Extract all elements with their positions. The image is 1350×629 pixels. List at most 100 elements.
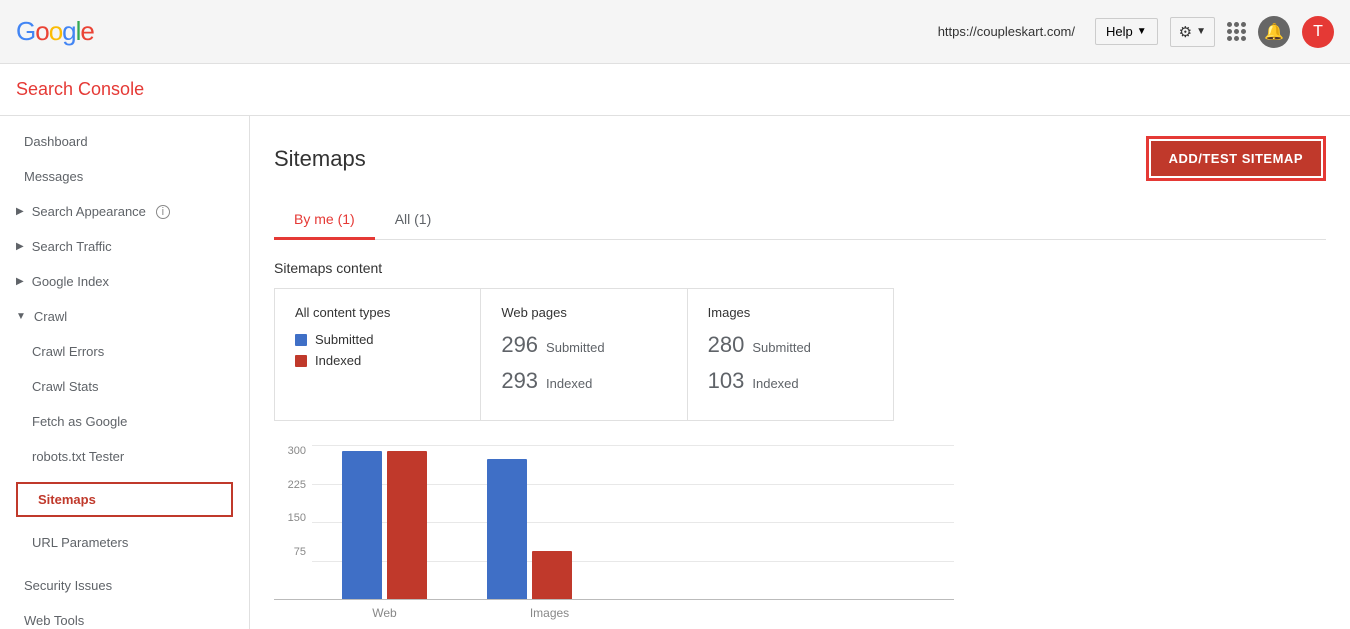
card-web-pages-title: Web pages bbox=[501, 305, 666, 320]
submitted-color-swatch bbox=[295, 334, 307, 346]
bars-section bbox=[312, 451, 954, 599]
sidebar-item-web-tools[interactable]: Web Tools bbox=[0, 603, 249, 629]
web-indexed-label: Indexed bbox=[546, 376, 592, 391]
sidebar: Dashboard Messages ▶ Search Appearance i… bbox=[0, 116, 250, 629]
web-bars bbox=[342, 451, 427, 599]
sidebar-item-search-traffic[interactable]: ▶ Search Traffic bbox=[0, 229, 249, 264]
tab-all[interactable]: All (1) bbox=[375, 201, 452, 240]
sidebar-item-url-parameters[interactable]: URL Parameters bbox=[0, 525, 249, 560]
add-test-sitemap-button[interactable]: ADD/TEST SITEMAP bbox=[1151, 141, 1321, 176]
sidebar-label-dashboard: Dashboard bbox=[24, 134, 88, 149]
sidebar-label-url-parameters: URL Parameters bbox=[32, 535, 128, 550]
tabs: By me (1) All (1) bbox=[274, 201, 1326, 240]
gear-icon: ⚙ bbox=[1179, 23, 1192, 41]
web-submitted-stat: 296 Submitted bbox=[501, 332, 666, 358]
card-images: Images 280 Submitted 103 Indexed bbox=[688, 289, 893, 420]
web-submitted-bar bbox=[342, 451, 382, 599]
content-cards: All content types Submitted Indexed Web … bbox=[274, 288, 894, 421]
sidebar-item-messages[interactable]: Messages bbox=[0, 159, 249, 194]
sidebar-item-security-issues[interactable]: Security Issues bbox=[0, 568, 249, 603]
sidebar-label-search-traffic: Search Traffic bbox=[32, 239, 112, 254]
web-submitted-label: Submitted bbox=[546, 340, 605, 355]
header: Google https://coupleskart.com/ Help ▼ ⚙… bbox=[0, 0, 1350, 64]
layout: Dashboard Messages ▶ Search Appearance i… bbox=[0, 116, 1350, 629]
avatar[interactable]: T bbox=[1302, 16, 1334, 48]
chart-grid: 300 225 150 75 bbox=[274, 445, 954, 600]
sidebar-label-web-tools: Web Tools bbox=[24, 613, 84, 628]
sidebar-label-google-index: Google Index bbox=[32, 274, 109, 289]
web-submitted-number: 296 bbox=[501, 332, 538, 358]
notifications-icon[interactable]: 🔔 bbox=[1258, 16, 1290, 48]
sub-header: Search Console bbox=[0, 64, 1350, 116]
images-indexed-number: 103 bbox=[708, 368, 745, 394]
images-submitted-number: 280 bbox=[708, 332, 745, 358]
images-submitted-stat: 280 Submitted bbox=[708, 332, 873, 358]
card-images-title: Images bbox=[708, 305, 873, 320]
sidebar-label-fetch-as-google: Fetch as Google bbox=[32, 414, 127, 429]
x-label-images: Images bbox=[507, 606, 592, 620]
tab-by-me[interactable]: By me (1) bbox=[274, 201, 375, 240]
x-axis: Web Images bbox=[312, 600, 992, 620]
sidebar-item-sitemaps[interactable]: Sitemaps bbox=[16, 482, 233, 517]
arrow-icon-crawl: ▼ bbox=[16, 311, 26, 322]
sidebar-label-crawl-stats: Crawl Stats bbox=[32, 379, 98, 394]
images-bars bbox=[487, 459, 572, 599]
sidebar-item-robots-txt[interactable]: robots.txt Tester bbox=[0, 439, 249, 474]
sidebar-item-search-appearance[interactable]: ▶ Search Appearance i bbox=[0, 194, 249, 229]
header-right: https://coupleskart.com/ Help ▼ ⚙ ▼ 🔔 T bbox=[938, 16, 1334, 48]
page-header: Sitemaps ADD/TEST SITEMAP bbox=[274, 136, 1326, 181]
sidebar-label-crawl: Crawl bbox=[34, 309, 67, 324]
web-indexed-number: 293 bbox=[501, 368, 538, 394]
sidebar-label-search-appearance: Search Appearance bbox=[32, 204, 146, 219]
y-label-150: 150 bbox=[288, 512, 306, 524]
sidebar-item-google-index[interactable]: ▶ Google Index bbox=[0, 264, 249, 299]
sidebar-item-dashboard[interactable]: Dashboard bbox=[0, 124, 249, 159]
add-test-button-wrapper: ADD/TEST SITEMAP bbox=[1146, 136, 1326, 181]
sidebar-item-crawl[interactable]: ▼ Crawl bbox=[0, 299, 249, 334]
images-indexed-stat: 103 Indexed bbox=[708, 368, 873, 394]
y-label-225: 225 bbox=[288, 479, 306, 491]
google-logo: Google bbox=[16, 16, 94, 47]
legend-submitted-label: Submitted bbox=[315, 332, 374, 347]
images-indexed-label: Indexed bbox=[752, 376, 798, 391]
sidebar-label-crawl-errors: Crawl Errors bbox=[32, 344, 104, 359]
x-label-web: Web bbox=[342, 606, 427, 620]
search-console-title: Search Console bbox=[16, 79, 144, 100]
settings-button[interactable]: ⚙ ▼ bbox=[1170, 17, 1215, 47]
y-label-75: 75 bbox=[294, 546, 306, 558]
apps-icon[interactable] bbox=[1227, 22, 1246, 41]
bar-chart: 300 225 150 75 bbox=[274, 445, 954, 620]
sidebar-item-crawl-stats[interactable]: Crawl Stats bbox=[0, 369, 249, 404]
chart-inner bbox=[312, 445, 954, 599]
card-all-content-title: All content types bbox=[295, 305, 460, 320]
legend-indexed-label: Indexed bbox=[315, 353, 361, 368]
info-icon-search-appearance: i bbox=[156, 205, 170, 219]
help-label: Help bbox=[1106, 24, 1133, 39]
card-all-content: All content types Submitted Indexed bbox=[275, 289, 481, 420]
main-content: Sitemaps ADD/TEST SITEMAP By me (1) All … bbox=[250, 116, 1350, 629]
sidebar-label-robots-txt: robots.txt Tester bbox=[32, 449, 124, 464]
legend-submitted: Submitted bbox=[295, 332, 460, 347]
sidebar-item-fetch-as-google[interactable]: Fetch as Google bbox=[0, 404, 249, 439]
arrow-icon-google-index: ▶ bbox=[16, 276, 24, 287]
sidebar-item-crawl-errors[interactable]: Crawl Errors bbox=[0, 334, 249, 369]
arrow-icon-search-appearance: ▶ bbox=[16, 206, 24, 217]
page-title: Sitemaps bbox=[274, 146, 366, 172]
grid-line-top bbox=[312, 445, 954, 446]
sidebar-label-messages: Messages bbox=[24, 169, 83, 184]
sidebar-label-sitemaps: Sitemaps bbox=[38, 492, 96, 507]
section-title: Sitemaps content bbox=[274, 260, 1326, 276]
settings-chevron-icon: ▼ bbox=[1196, 26, 1206, 37]
site-url: https://coupleskart.com/ bbox=[938, 24, 1075, 39]
images-submitted-label: Submitted bbox=[752, 340, 811, 355]
web-indexed-bar bbox=[387, 451, 427, 599]
card-web-pages: Web pages 296 Submitted 293 Indexed bbox=[481, 289, 687, 420]
y-axis: 300 225 150 75 bbox=[274, 445, 312, 579]
sidebar-label-security-issues: Security Issues bbox=[24, 578, 112, 593]
arrow-icon-search-traffic: ▶ bbox=[16, 241, 24, 252]
chevron-down-icon: ▼ bbox=[1137, 26, 1147, 37]
help-button[interactable]: Help ▼ bbox=[1095, 18, 1158, 45]
images-indexed-bar bbox=[532, 551, 572, 599]
web-indexed-stat: 293 Indexed bbox=[501, 368, 666, 394]
legend-indexed: Indexed bbox=[295, 353, 460, 368]
